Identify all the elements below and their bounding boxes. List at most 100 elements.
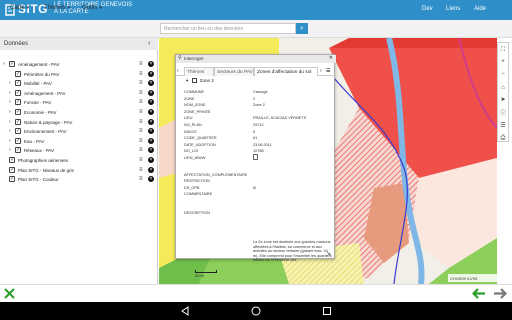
locate-icon[interactable]: ➤ (498, 95, 508, 105)
attribute-value: 23.06.2011 (253, 142, 272, 147)
layer-checkbox[interactable]: ✓ (15, 137, 21, 144)
layer-menu-icon[interactable]: ≡ (139, 157, 143, 163)
remove-layer-icon[interactable]: × (148, 109, 154, 115)
remove-layer-icon[interactable]: × (148, 157, 154, 163)
close-icon[interactable]: ✕ (329, 55, 333, 61)
popup-title-bar[interactable]: ⚲ Interroger ✕ (176, 55, 336, 63)
layer-row[interactable]: › ✓ Réseaux - PAV ≡ × (0, 146, 158, 155)
home-nav-icon[interactable] (251, 306, 261, 316)
remove-layer-icon[interactable]: × (148, 70, 154, 77)
interrogation-popup: ⚲ Interroger ✕ ‹ Thèmes Secteurs du PAV … (175, 54, 336, 262)
layer-row[interactable]: ✓ Plan SITG - Couleur ≡ × (0, 175, 158, 184)
home-icon[interactable]: ⌂ (498, 83, 508, 93)
remove-layer-icon[interactable]: × (148, 147, 154, 154)
layers-icon[interactable]: ☰ (498, 121, 508, 131)
search-input[interactable]: Rechercher un lieu ou des données (160, 23, 296, 34)
layer-menu-icon[interactable]: ≡ (139, 128, 143, 134)
attribute-value: PRAILLE, ACACIAS VERNETS (253, 116, 307, 121)
back-arrow-icon[interactable] (472, 288, 486, 299)
forward-arrow-icon[interactable] (493, 288, 507, 299)
recents-nav-icon[interactable] (322, 306, 332, 316)
remove-layer-icon[interactable]: × (148, 61, 154, 67)
zoom-out-icon[interactable]: − (498, 69, 508, 79)
remove-layer-icon[interactable]: × (148, 99, 154, 106)
layer-menu-icon[interactable]: ≡ (139, 109, 143, 115)
layer-menu-icon[interactable]: ≡ (139, 71, 143, 77)
zoom-in-icon[interactable]: + (498, 57, 508, 67)
layer-checkbox[interactable]: ✓ (15, 147, 21, 154)
expand-caret-icon[interactable]: › (9, 147, 11, 153)
fullscreen-icon[interactable]: ⛶ (498, 45, 508, 55)
layer-checkbox[interactable]: ✓ (15, 80, 21, 87)
layer-row[interactable]: › ✓ Nature & paysage - PAV ≡ × (0, 118, 158, 127)
layer-row[interactable]: ✓ Plan SITG - Niveaux de gris ≡ × (0, 166, 158, 175)
expand-caret-icon[interactable]: › (9, 90, 11, 96)
layer-row[interactable]: › ✓ Aménagement - PAV ≡ × (0, 89, 158, 98)
layer-menu-icon[interactable]: ≡ (139, 176, 143, 182)
tab-prev-icon[interactable]: ‹ (177, 68, 179, 74)
layer-menu-icon[interactable]: ≡ (139, 147, 143, 153)
layer-row[interactable]: › ✓ Eau - PAV ≡ × (0, 137, 158, 146)
layer-checkbox[interactable]: ✓ (15, 70, 21, 77)
search-button[interactable]: ⌕ (296, 23, 308, 34)
zone-checkbox[interactable] (191, 78, 197, 84)
remove-layer-icon[interactable]: × (148, 137, 154, 144)
layer-checkbox[interactable]: ✓ (9, 157, 15, 163)
liens-link[interactable]: Liens (446, 6, 460, 12)
aide-link[interactable]: Aide (474, 6, 486, 12)
tab-menu-icon[interactable]: ☰ (326, 68, 330, 74)
layer-menu-icon[interactable]: ≡ (139, 80, 143, 86)
collapse-panel-icon[interactable]: ‹ (148, 40, 150, 47)
dev-link[interactable]: Dev (422, 6, 433, 12)
layer-row[interactable]: › ✓ Mobilité - PAV ≡ × (0, 79, 158, 88)
menu-outils[interactable]: Outils ▾ (82, 5, 102, 11)
tab-zones-affectation[interactable]: Zones d'affectation du sol (254, 67, 318, 76)
remove-layer-icon[interactable]: × (148, 89, 154, 96)
layer-row[interactable]: › ✓ Economie - PAV ≡ × (0, 108, 158, 117)
document-link-icon[interactable] (253, 154, 258, 160)
expand-caret-icon[interactable]: › (9, 119, 11, 125)
cancel-icon[interactable] (4, 288, 15, 299)
layer-checkbox[interactable]: ✓ (9, 166, 15, 173)
expand-caret-icon[interactable]: › (9, 80, 11, 86)
tab-secteurs[interactable]: Secteurs du PAV (214, 67, 254, 76)
remove-layer-icon[interactable]: × (148, 176, 154, 183)
expand-caret-icon[interactable]: › (9, 109, 11, 115)
layer-menu-icon[interactable]: ≡ (139, 61, 143, 67)
menu-themes[interactable]: Thèmes ▾ (44, 5, 70, 11)
layer-checkbox[interactable]: ✓ (15, 109, 21, 115)
layer-row[interactable]: › ✓ Aménagement - PAV ≡ × (0, 60, 158, 69)
remove-layer-icon[interactable]: × (148, 80, 154, 87)
zone-header[interactable]: ▾ Zone 2 (186, 78, 214, 84)
remove-layer-icon[interactable]: × (148, 166, 154, 173)
layer-menu-icon[interactable]: ≡ (139, 90, 143, 96)
layer-checkbox[interactable]: ✓ (15, 118, 21, 125)
expand-caret-icon[interactable]: › (9, 99, 11, 105)
menu-carte[interactable]: Carte ▾ (10, 5, 29, 11)
tab-themes[interactable]: Thèmes (184, 67, 214, 76)
layer-checkbox[interactable]: ✓ (15, 89, 21, 96)
layer-menu-icon[interactable]: ≡ (139, 119, 143, 125)
layer-row[interactable]: › ✓ Foncier - PAV ≡ × (0, 98, 158, 107)
layer-checkbox[interactable]: ✓ (9, 61, 15, 67)
layer-row[interactable]: › ✓ Environnement - PAV ≡ × (0, 127, 158, 136)
resize-icon[interactable]: ↘ (326, 250, 331, 257)
info-icon[interactable]: ⓘ (498, 109, 508, 119)
layer-menu-icon[interactable]: ≡ (139, 138, 143, 144)
expand-caret-icon[interactable]: › (9, 138, 11, 144)
expand-caret-icon[interactable]: › (9, 128, 11, 134)
coordinate-system[interactable]: CH1903+/LV95 (448, 274, 498, 282)
expand-caret-icon[interactable]: › (3, 61, 5, 67)
tab-next-icon[interactable]: › (320, 68, 322, 74)
remove-layer-icon[interactable]: × (148, 118, 154, 125)
layer-row[interactable]: ✓ Photographies aériennes ≡ × (0, 156, 158, 165)
back-nav-icon[interactable] (180, 306, 190, 316)
layer-checkbox[interactable]: ✓ (15, 99, 21, 106)
layer-row[interactable]: ✓ Périmètre du PAV ≡ × (0, 70, 158, 79)
layer-menu-icon[interactable]: ≡ (139, 167, 143, 173)
layer-checkbox[interactable]: ✓ (9, 176, 15, 183)
layer-checkbox[interactable]: ✓ (15, 128, 21, 135)
layer-menu-icon[interactable]: ≡ (139, 99, 143, 105)
print-icon[interactable]: ⎙ (498, 133, 508, 143)
remove-layer-icon[interactable]: × (148, 128, 154, 135)
